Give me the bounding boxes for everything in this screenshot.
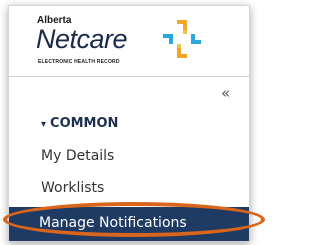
collapse-sidebar-button[interactable]: « [221, 86, 230, 101]
section-header-label: COMMON [50, 116, 119, 131]
section-header-common[interactable]: ▾ COMMON [41, 116, 118, 131]
sidebar-panel: Alberta Netcare ELECTRONIC HEALTH RECORD… [8, 5, 250, 242]
sidebar-item-label: Manage Notifications [39, 215, 187, 231]
sidebar-item-manage-notifications[interactable]: Manage Notifications [9, 207, 249, 241]
double-chevron-left-icon: « [221, 84, 231, 102]
netcare-cross-icon [163, 20, 201, 58]
netcare-logo[interactable]: Alberta Netcare ELECTRONIC HEALTH RECORD [9, 6, 249, 77]
logo-tagline-text: ELECTRONIC HEALTH RECORD [38, 59, 120, 65]
sidebar-item-worklists[interactable]: Worklists [41, 180, 104, 196]
logo-name-text: Netcare [36, 24, 128, 54]
caret-down-icon: ▾ [41, 119, 47, 130]
sidebar-item-my-details[interactable]: My Details [41, 148, 114, 164]
